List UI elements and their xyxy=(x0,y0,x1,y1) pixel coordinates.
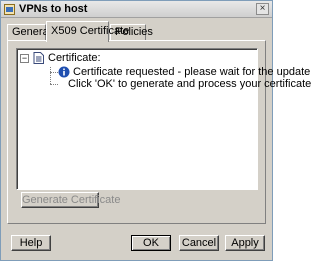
tree-item-label: Certificate requested - please wait for … xyxy=(73,66,311,78)
window-title: VPNs to host xyxy=(19,3,88,15)
certificate-document-icon xyxy=(33,52,44,64)
title-bar[interactable]: VPNs to host × xyxy=(1,1,272,18)
certificate-tree[interactable]: − Certificate: Certificate requested - p… xyxy=(16,48,311,190)
tree-connector xyxy=(50,72,58,73)
x509-certificate-panel: − Certificate: Certificate requested - p… xyxy=(7,40,311,224)
close-button[interactable]: × xyxy=(256,3,269,15)
tab-general[interactable]: General xyxy=(7,24,51,40)
help-button[interactable]: Help xyxy=(11,235,51,251)
cancel-button[interactable]: Cancel xyxy=(179,235,219,251)
info-icon xyxy=(58,66,70,78)
apply-button[interactable]: Apply xyxy=(225,235,265,251)
ok-button[interactable]: OK xyxy=(131,235,171,251)
tree-root-label: Certificate: xyxy=(48,52,101,64)
collapse-icon[interactable]: − xyxy=(20,54,29,63)
network-icon xyxy=(4,4,15,15)
tree-connector xyxy=(50,67,51,84)
tab-x509-certificate[interactable]: X509 Certificate xyxy=(46,21,129,42)
generate-certificate-button[interactable]: Generate Certificate xyxy=(21,192,120,208)
dialog-window: VPNs to host × General X509 Certificate … xyxy=(0,0,311,261)
tree-item-instruction[interactable]: Click 'OK' to generate and process your … xyxy=(68,78,311,90)
tree-connector xyxy=(50,84,58,85)
